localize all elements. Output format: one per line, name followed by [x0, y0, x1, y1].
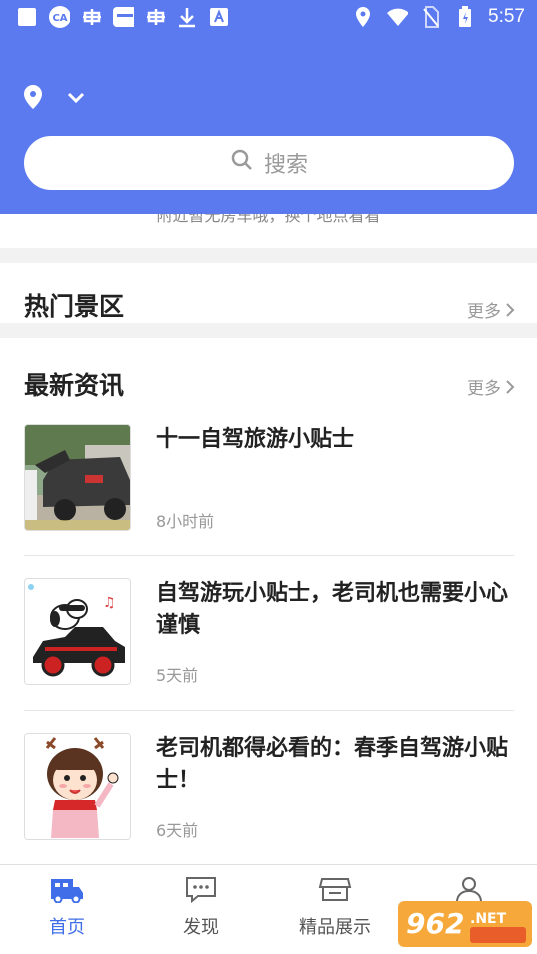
status-time: 5:57 [488, 6, 525, 27]
location-status-icon [352, 6, 374, 28]
svg-text:962: 962 [406, 907, 464, 940]
tab-discover[interactable]: 发现 [134, 875, 268, 939]
bottom-tab-bar: 首页 发现 精品展示 我的 962 .NET [0, 864, 537, 954]
tab-home[interactable]: 首页 [0, 875, 134, 939]
divider [24, 555, 514, 556]
battery-charging-icon [454, 6, 476, 28]
user-icon [456, 877, 482, 903]
news-time: 5天前 [156, 666, 199, 685]
search-placeholder: 搜索 [263, 153, 308, 178]
news-item[interactable]: 老司机都得必看的：春季自驾游小贴士！ 6天前 [24, 733, 514, 873]
news-thumbnail-cartoon-car: ♫ [24, 578, 131, 685]
no-sim-icon [420, 6, 442, 28]
translate-icon [208, 6, 230, 28]
svg-text:♫: ♫ [103, 595, 116, 611]
store-icon [318, 878, 352, 901]
news-thumbnail-cartoon-girl [24, 733, 131, 840]
bug-icon [144, 6, 166, 28]
chat-icon [186, 877, 216, 903]
app-badge-icon [112, 6, 134, 28]
svg-text:.NET: .NET [470, 911, 507, 927]
section-title: 最新资讯 [24, 371, 125, 400]
status-bar: CA 5:57 [0, 0, 537, 36]
search-input[interactable]: 搜索 [24, 136, 514, 190]
watermark-logo: 962 .NET [398, 901, 532, 947]
tab-label: 发现 [183, 917, 219, 938]
tab-label: 精品展示 [299, 917, 371, 938]
news-title: 自驾游玩小贴士，老司机也需要小心谨慎 [156, 581, 509, 638]
wifi-icon [386, 6, 409, 28]
hot-spots-more-link[interactable]: 更多 [467, 297, 515, 322]
svg-text:CA: CA [52, 13, 67, 24]
bug-icon [80, 6, 102, 28]
tab-label: 首页 [49, 917, 85, 938]
rv-icon [51, 879, 83, 903]
header: CA 5:57 搜索 [0, 0, 537, 214]
tab-showcase[interactable]: 精品展示 [268, 875, 402, 939]
section-title: 热门景区 [24, 292, 125, 321]
location-pin-icon[interactable] [22, 84, 44, 114]
news-more-link[interactable]: 更多 [467, 374, 515, 399]
news-title: 老司机都得必看的：春季自驾游小贴士！ [156, 736, 509, 793]
news-time: 6天前 [156, 821, 199, 840]
more-label: 更多 [467, 379, 501, 399]
search-icon [230, 148, 254, 178]
hot-spots-section: 热门景区 更多 [0, 263, 537, 323]
chevron-right-icon [506, 379, 515, 394]
news-item[interactable]: ♫ 自驾游玩小贴士，老司机也需要小心谨慎 5天前 [24, 578, 514, 718]
notification-square-icon [16, 6, 38, 28]
chevron-down-icon[interactable] [66, 90, 86, 109]
download-icon [176, 6, 198, 28]
news-item[interactable]: 十一自驾旅游小贴士 8小时前 [24, 424, 514, 564]
news-time: 8小时前 [156, 512, 215, 531]
more-label: 更多 [467, 302, 501, 322]
app-logo-icon: CA [48, 6, 70, 28]
news-thumbnail-car-photo [24, 424, 131, 531]
news-title: 十一自驾旅游小贴士 [156, 427, 355, 452]
news-section: 最新资讯 更多 十一自驾旅游小贴士 8小时前 ♫ 自驾游玩小贴士，老司机也需要小… [0, 338, 537, 864]
chevron-right-icon [506, 302, 515, 317]
divider [24, 710, 514, 711]
